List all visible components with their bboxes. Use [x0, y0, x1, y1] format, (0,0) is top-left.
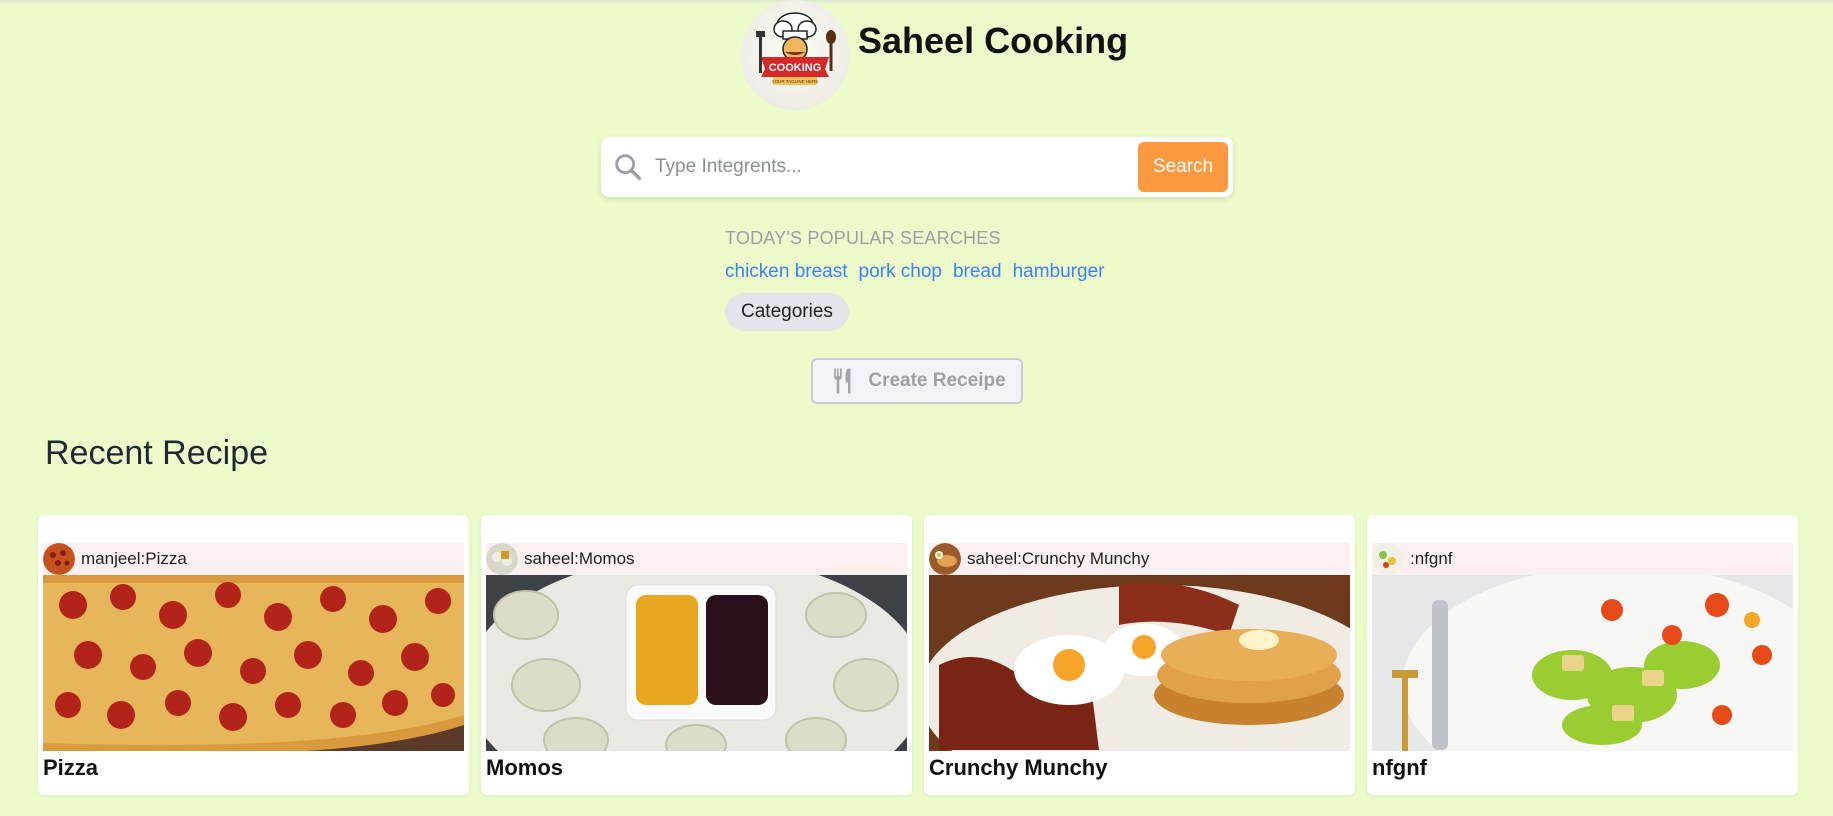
search-bar: Search [601, 137, 1233, 197]
brand: COOKING YOUR TAGLINE HERE Saheel Cooking [740, 0, 1128, 110]
recent-recipe-heading: Recent Recipe [45, 434, 269, 472]
avatar [1372, 543, 1404, 575]
popular-link-pork-chop[interactable]: pork chop [859, 261, 942, 283]
card-author: :nfgnf [1410, 549, 1453, 568]
search-button[interactable]: Search [1138, 142, 1228, 192]
recipe-card-pizza[interactable]: manjeel:Pizza Pizza [38, 515, 469, 795]
card-title: Crunchy Munchy [929, 755, 1108, 780]
recipe-card-crunchy-munchy[interactable]: saheel:Crunchy Munchy Crunchy Munchy [924, 515, 1355, 795]
card-header: manjeel:Pizza [43, 543, 464, 575]
create-recipe-button[interactable]: Create Receipe [811, 358, 1023, 404]
breakfast-image [929, 575, 1350, 751]
brand-title: Saheel Cooking [858, 20, 1129, 61]
avatar [929, 543, 961, 575]
categories-button[interactable]: Categories [725, 293, 849, 331]
ingredient-search-input[interactable] [653, 146, 1138, 188]
card-author: manjeel:Pizza [81, 549, 187, 568]
page: COOKING YOUR TAGLINE HERE Saheel Cooking… [0, 0, 1833, 816]
logo-tagline: YOUR TAGLINE HERE [772, 79, 819, 84]
popular-link-hamburger[interactable]: hamburger [1013, 261, 1105, 283]
popular-link-bread[interactable]: bread [953, 261, 1002, 283]
momos-image [486, 575, 907, 751]
popular-searches-heading: TODAY'S POPULAR SEARCHES [725, 228, 1001, 248]
card-title: Pizza [43, 755, 99, 780]
card-title: nfgnf [1372, 755, 1427, 780]
card-header: saheel:Crunchy Munchy [929, 543, 1350, 575]
avatar [486, 543, 518, 575]
search-icon [615, 154, 642, 181]
avatar [43, 543, 75, 575]
recipe-card-momos[interactable]: saheel:Momos Momos [481, 515, 912, 795]
card-header: saheel:Momos [486, 543, 907, 575]
create-recipe-label: Create Receipe [868, 370, 1006, 391]
recipe-card-list: manjeel:Pizza Pizza saheel:Momos Momos s… [38, 515, 1798, 795]
card-header: :nfgnf [1372, 543, 1793, 575]
popular-link-chicken-breast[interactable]: chicken breast [725, 261, 848, 283]
card-title: Momos [486, 755, 563, 780]
logo-text: COOKING [769, 62, 822, 74]
popular-searches: TODAY'S POPULAR SEARCHES chicken breast … [725, 228, 1104, 331]
card-author: saheel:Crunchy Munchy [967, 549, 1150, 568]
popular-search-links: chicken breast pork chop bread hamburger [725, 261, 1104, 283]
recipe-card-nfgnf[interactable]: :nfgnf nfgnf [1367, 515, 1798, 795]
chef-logo-icon: COOKING YOUR TAGLINE HERE [756, 12, 836, 85]
card-author: saheel:Momos [524, 549, 635, 568]
fork-knife-icon [834, 368, 851, 394]
pizza-image [43, 575, 464, 751]
logo[interactable]: COOKING YOUR TAGLINE HERE [740, 0, 850, 110]
salad-image [1372, 575, 1793, 751]
